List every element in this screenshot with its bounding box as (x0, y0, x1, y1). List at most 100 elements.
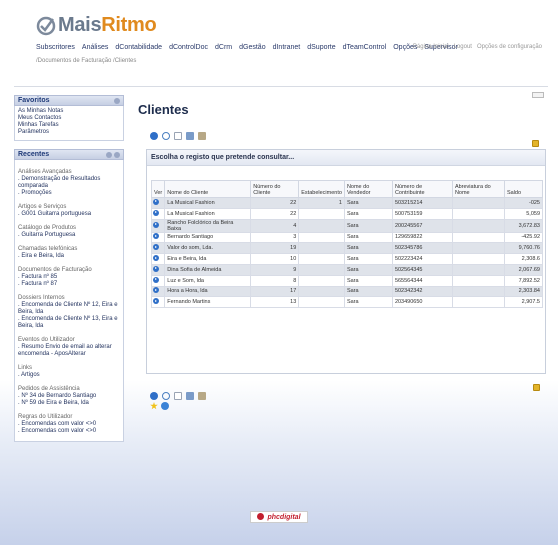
view-cell[interactable] (150, 263, 166, 276)
fav-minhas-notas[interactable]: As Minhas Notas (18, 108, 120, 115)
link-logout[interactable]: Logout (454, 44, 472, 50)
table-row[interactable]: Valor do som, Lda. 19 Sara 502345786 9,760.7… (150, 242, 544, 255)
col-saldo[interactable]: Saldo (503, 180, 544, 198)
collapse-toggle-icon[interactable] (532, 92, 544, 98)
col-numero-contribuinte[interactable]: Número de Contribuinte (391, 180, 453, 198)
search-icon[interactable] (162, 132, 170, 140)
view-cell[interactable] (150, 231, 166, 244)
recent-link[interactable]: . Encomendas com valor <>0 (18, 421, 120, 428)
logo[interactable]: MaisRitmo (36, 14, 157, 37)
recent-link[interactable]: . G001 Guitarra portuguesa (18, 211, 120, 218)
view-arrow-icon[interactable] (153, 265, 159, 272)
view-arrow-icon[interactable] (153, 287, 159, 294)
navigate-icon[interactable] (150, 132, 158, 140)
view-arrow-icon[interactable] (153, 209, 159, 216)
recent-link[interactable]: . Nº 34 de Bernardo Santiago (18, 393, 120, 400)
table-row[interactable]: Fernando Martins 13 Sara 203490650 2,907.5 (150, 296, 544, 309)
table-row[interactable]: La Musical Fashion 22 Sara 500753159 5,059 (150, 207, 544, 220)
recent-link[interactable]: . Promoções (18, 190, 120, 197)
nav-dsuporte[interactable]: dSuporte (307, 44, 335, 51)
cell-nome-cliente[interactable]: Luz e Som, lda (164, 274, 252, 287)
view-cell[interactable] (150, 296, 166, 309)
table-row[interactable]: Hora a Hora, lda 17 Sara 502342342 2,303.84 (150, 285, 544, 298)
recent-link[interactable]: . Factura nº 87 (18, 281, 120, 288)
view-arrow-icon[interactable] (153, 233, 159, 240)
fav-minhas-tarefas[interactable]: Minhas Tarefas (18, 122, 120, 129)
view-arrow-icon[interactable] (153, 276, 159, 283)
view-cell[interactable] (150, 207, 166, 220)
breadcrumb[interactable]: /Documentos de Facturação /Clientes (36, 58, 136, 64)
view-cell[interactable] (150, 274, 166, 287)
navigate-icon[interactable] (150, 392, 158, 400)
view-arrow-icon[interactable] (153, 221, 159, 228)
col-estabelecimento[interactable]: Estabelecimento (298, 180, 345, 198)
nav-dcontabilidade[interactable]: dContabilidade (115, 44, 162, 51)
nav-subscritores[interactable]: Subscritores (36, 44, 75, 51)
collapse-icon[interactable] (114, 98, 120, 104)
cell-nome-cliente[interactable]: La Musical Fashion (164, 197, 252, 209)
nav-dcrm[interactable]: dCrm (215, 44, 232, 51)
collapse-icon[interactable] (114, 152, 120, 158)
print-icon[interactable] (198, 392, 206, 400)
document-icon[interactable] (174, 392, 182, 400)
star-icon[interactable] (150, 402, 158, 410)
col-numero-cliente[interactable]: Número do Cliente (250, 180, 300, 198)
cell-nome-cliente[interactable]: Fernando Martins (164, 296, 252, 309)
col-nome-vendedor[interactable]: Nome do Vendedor (343, 180, 393, 198)
recent-link[interactable]: . Encomenda de Cliente Nº 12, Eira e Bei… (18, 302, 120, 316)
view-arrow-icon[interactable] (153, 255, 159, 262)
cell-nome-cliente[interactable]: Hora a Hora, lda (164, 285, 252, 298)
view-arrow-icon[interactable] (153, 298, 159, 305)
col-abreviatura-nome[interactable]: Abreviatura do Nome (451, 180, 505, 198)
nav-dteamcontrol[interactable]: dTeamControl (343, 44, 387, 51)
table-row[interactable]: Dina Sofia de Almeida 9 Sara 502564345 2,067… (150, 263, 544, 276)
cell-nome-cliente[interactable]: La Musical Fashion (164, 207, 252, 220)
table-row[interactable]: Rancho Folclórico da Beira Baixa 4 Sara 200… (150, 218, 544, 233)
table-row[interactable]: Eira e Beira, lda 10 Sara 502223424 2,308.6 (150, 253, 544, 265)
link-opcoes-configuracao[interactable]: Opções de configuração (477, 44, 542, 50)
help-icon[interactable] (533, 384, 540, 391)
table-row[interactable]: La Musical Fashion 22 1 Sara 503215214 -025 (150, 197, 544, 209)
link-pagina-inicial[interactable]: Página Inicial (413, 44, 449, 50)
fav-parametros[interactable]: Parâmetros (18, 129, 120, 136)
recentes-header[interactable]: Recentes (14, 149, 124, 160)
view-cell[interactable] (150, 218, 166, 233)
recent-link[interactable]: . Eira e Beira, lda (18, 253, 120, 260)
cell-nome-cliente[interactable]: Bernardo Santiago (164, 231, 252, 244)
recent-link[interactable]: . Nº 59 de Eira e Beira, lda (18, 400, 120, 407)
nav-dgestao[interactable]: dGestão (239, 44, 265, 51)
globe-icon[interactable] (161, 402, 169, 410)
recent-link[interactable]: . Encomendas com valor <>0 (18, 428, 120, 435)
nav-dintranet[interactable]: dIntranet (273, 44, 301, 51)
nav-dcontroldoc[interactable]: dControlDoc (169, 44, 208, 51)
view-arrow-icon[interactable] (153, 244, 159, 251)
cell-nome-cliente[interactable]: Valor do som, Lda. (164, 242, 252, 255)
recent-link[interactable]: . Resumo Envio de email ao alterar encom… (18, 344, 120, 358)
table-row[interactable]: Bernardo Santiago 3 Sara 129659822 -425.92 (150, 231, 544, 244)
col-nome-cliente[interactable]: Nome do Cliente (164, 180, 252, 198)
recent-link[interactable]: . Artigos (18, 372, 120, 379)
view-arrow-icon[interactable] (153, 198, 159, 205)
recent-link[interactable]: . Guitarra Portuguesa (18, 232, 120, 239)
refresh-icon[interactable] (106, 152, 112, 158)
grid-icon[interactable] (186, 132, 194, 140)
fav-meus-contactos[interactable]: Meus Contactos (18, 115, 120, 122)
favoritos-header[interactable]: Favoritos (14, 95, 124, 106)
search-icon[interactable] (162, 392, 170, 400)
footer-brand-logo[interactable]: phcdigital (250, 511, 308, 523)
cell-nome-cliente[interactable]: Dina Sofia de Almeida (164, 263, 252, 276)
recent-link[interactable]: . Factura nº 85 (18, 274, 120, 281)
view-cell[interactable] (150, 197, 166, 209)
document-icon[interactable] (174, 132, 182, 140)
cell-nome-cliente[interactable]: Rancho Folclórico da Beira Baixa (164, 218, 252, 233)
recent-link[interactable]: . Encomenda de Cliente Nº 13, Eira e Bei… (18, 316, 120, 330)
view-cell[interactable] (150, 242, 166, 255)
print-icon[interactable] (198, 132, 206, 140)
grid-icon[interactable] (186, 392, 194, 400)
nav-analises[interactable]: Análises (82, 44, 108, 51)
help-icon[interactable] (532, 140, 539, 147)
recent-link[interactable]: . Demonstração de Resultados comparada (18, 176, 120, 190)
table-row[interactable]: Luz e Som, lda 8 Sara 565564344 7,892.52 (150, 274, 544, 287)
view-cell[interactable] (150, 285, 166, 298)
view-cell[interactable] (150, 253, 166, 265)
